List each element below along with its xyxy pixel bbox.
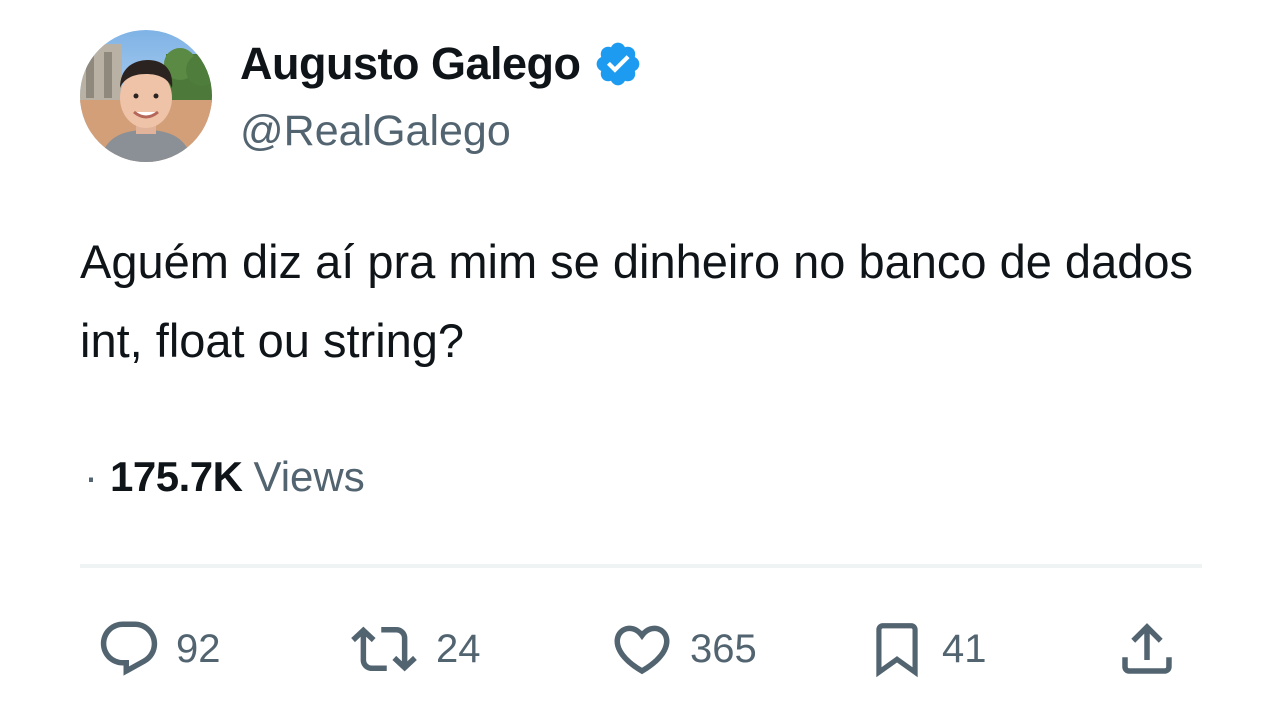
retweet-icon (346, 616, 422, 682)
views-label: Views (253, 453, 365, 500)
retweet-button[interactable]: 24 (346, 616, 481, 682)
tweet-meta: · 175.7K Views (84, 450, 365, 504)
reply-button[interactable]: 92 (96, 616, 221, 682)
share-button[interactable] (1114, 616, 1180, 682)
bookmark-button[interactable]: 41 (866, 616, 987, 682)
display-name-text: Augusto Galego (240, 38, 581, 89)
tweet-text: Aguém diz aí pra mim se dinheiro no banc… (80, 235, 1193, 367)
heart-icon (608, 616, 676, 682)
share-icon (1114, 616, 1180, 682)
bookmark-icon (866, 613, 928, 685)
retweet-count: 24 (436, 627, 481, 671)
like-count: 365 (690, 627, 757, 671)
author-handle[interactable]: @RealGalego (240, 104, 511, 158)
views-count[interactable]: 175.7K (110, 450, 243, 504)
author-display-name[interactable]: Augusto Galego (240, 36, 643, 92)
like-button[interactable]: 365 (608, 616, 757, 682)
verified-badge-icon (593, 39, 643, 89)
reply-icon (96, 616, 162, 682)
divider (80, 564, 1202, 568)
bookmark-count: 41 (942, 627, 987, 671)
avatar[interactable] (80, 30, 212, 162)
meta-separator: · (84, 453, 98, 500)
reply-count: 92 (176, 627, 221, 671)
